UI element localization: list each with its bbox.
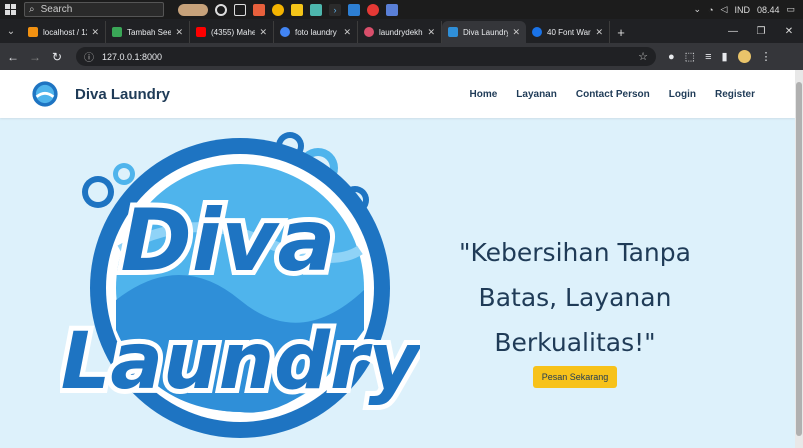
tab-search-icon[interactable]: ⌄ [0, 19, 22, 43]
notification-icon[interactable]: ▭ [786, 4, 795, 15]
reload-icon[interactable]: ↻ [48, 50, 66, 64]
task-view-icon[interactable] [234, 3, 246, 16]
diva-laundry-logo: Diva Laundry [60, 132, 420, 438]
back-arrow-icon[interactable]: ← [4, 50, 22, 64]
extension-icon[interactable]: ● [668, 51, 675, 63]
tab-favicon-icon [448, 27, 458, 37]
main-menu: Home Layanan Contact Person Login Regist… [469, 89, 755, 100]
extensions-area: ● ⬚ ≡ ▮ ⋮ [668, 50, 772, 63]
close-tab-icon[interactable]: ✕ [595, 27, 603, 38]
tab-favicon-icon [532, 27, 542, 37]
volume-icon[interactable]: ◁ [721, 4, 728, 15]
browser-tab[interactable]: Tambah Seeder ✕ [106, 21, 190, 43]
logo-word-laundry: Laundry [61, 317, 420, 407]
tab-favicon-icon [364, 27, 374, 37]
bookmark-star-icon[interactable]: ☆ [638, 50, 648, 63]
vscode-icon[interactable] [348, 3, 360, 16]
close-tab-icon[interactable]: ✕ [175, 27, 183, 38]
tab-favicon-icon [112, 27, 122, 37]
extensions-puzzle-icon[interactable]: ⬚ [685, 50, 695, 63]
tab-title: Tambah Seeder [127, 27, 172, 37]
taskbar-apps: › [178, 3, 398, 16]
tab-title: laundrydekho.co [379, 27, 423, 37]
restore-icon[interactable]: ❐ [747, 26, 775, 37]
taskbar-search-placeholder: Search [40, 4, 73, 15]
chrome-active-icon[interactable] [367, 3, 379, 16]
terminal-icon[interactable]: › [329, 3, 341, 16]
scrollbar-thumb[interactable] [796, 82, 802, 436]
taskbar-app-icon[interactable] [310, 3, 322, 16]
window-controls: — ❐ ✕ [719, 19, 803, 43]
tab-title: 40 Font Waralab [547, 27, 591, 37]
close-tab-icon[interactable]: ✕ [427, 27, 435, 38]
windows-start-icon[interactable] [0, 0, 20, 19]
tab-title: localhost / 127.0 [43, 27, 87, 37]
hero-tagline: "Kebersihan Tanpa Batas, Layanan Berkual… [459, 238, 691, 357]
brand-logo-icon[interactable] [31, 80, 59, 108]
order-now-button[interactable]: Pesan Sekarang [533, 366, 617, 388]
tab-title: Diva Laundry [463, 27, 509, 37]
network-icon[interactable]: ◔ [708, 5, 713, 15]
site-info-icon[interactable]: ⓘ [84, 49, 94, 64]
browser-tab[interactable]: 40 Font Waralab ✕ [526, 21, 610, 43]
menu-kebab-icon[interactable]: ⋮ [761, 50, 772, 63]
logo-word-diva: Diva [121, 191, 336, 291]
system-tray: ⌄ ◔ ◁ IND 08.44 ▭ [694, 4, 803, 15]
menu-login[interactable]: Login [669, 89, 696, 100]
address-url: 127.0.0.1:8000 [102, 51, 163, 62]
browser-tab[interactable]: (4355) Mahe ✕ [190, 21, 274, 43]
tab-title: (4355) Mahe [211, 27, 256, 37]
web-page: Diva Laundry Home Layanan Contact Person… [0, 70, 795, 448]
browser-tab[interactable]: foto laundry set ✕ [274, 21, 358, 43]
close-tab-icon[interactable]: ✕ [91, 27, 99, 38]
site-navbar: Diva Laundry Home Layanan Contact Person… [0, 70, 795, 118]
menu-layanan[interactable]: Layanan [516, 89, 557, 100]
browser-tab[interactable]: laundrydekho.co ✕ [358, 21, 442, 43]
tab-favicon-icon [28, 27, 38, 37]
media-control-icon[interactable]: ≡ [705, 51, 711, 63]
tab-favicon-icon [196, 27, 206, 37]
profile-avatar[interactable] [737, 50, 751, 63]
brand-name[interactable]: Diva Laundry [75, 86, 170, 103]
tab-title: foto laundry set [295, 27, 339, 37]
side-panel-icon[interactable]: ▮ [721, 50, 727, 63]
tray-language[interactable]: IND [734, 5, 750, 15]
close-tab-icon[interactable]: ✕ [343, 27, 351, 38]
tray-clock[interactable]: 08.44 [757, 5, 780, 15]
taskbar-app-icon[interactable] [253, 3, 265, 16]
browser-tab-strip: ⌄ localhost / 127.0 ✕ Tambah Seeder ✕ (4… [0, 19, 803, 43]
taskbar-search-box[interactable]: ⌕ Search [24, 2, 164, 17]
new-tab-button[interactable]: + [610, 21, 632, 43]
close-tab-icon[interactable]: ✕ [259, 27, 267, 38]
menu-contact-person[interactable]: Contact Person [576, 89, 650, 100]
minimize-icon[interactable]: — [719, 26, 747, 37]
forward-arrow-icon[interactable]: → [26, 50, 44, 64]
browser-tab[interactable]: localhost / 127.0 ✕ [22, 21, 106, 43]
tab-favicon-icon [280, 27, 290, 37]
search-icon: ⌕ [29, 4, 35, 15]
menu-register[interactable]: Register [715, 89, 755, 100]
close-tab-icon[interactable]: ✕ [512, 27, 520, 38]
file-explorer-icon[interactable] [291, 3, 303, 16]
browser-toolbar: ← → ↻ ⓘ 127.0.0.1:8000 ☆ ● ⬚ ≡ ▮ ⋮ [0, 43, 803, 70]
browser-tab-active[interactable]: Diva Laundry ✕ [442, 21, 526, 43]
taskbar-app-icon[interactable] [178, 3, 208, 16]
taskbar-app-icon[interactable] [386, 3, 398, 16]
chrome-taskbar-icon[interactable] [272, 3, 284, 16]
close-window-icon[interactable]: ✕ [775, 26, 803, 37]
chevron-up-icon[interactable]: ⌄ [694, 4, 702, 15]
menu-home[interactable]: Home [469, 89, 497, 100]
address-bar[interactable]: ⓘ 127.0.0.1:8000 ☆ [76, 47, 656, 66]
windows-taskbar: ⌕ Search › ⌄ ◔ ◁ IND 08.44 ▭ [0, 0, 803, 19]
page-scrollbar[interactable] [795, 70, 803, 448]
cortana-icon[interactable] [215, 3, 227, 16]
